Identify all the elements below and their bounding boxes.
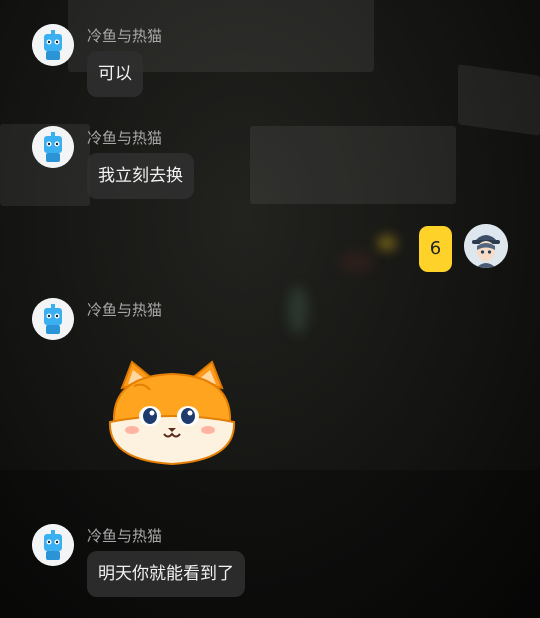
sender-name: 冷鱼与热猫 <box>87 27 163 45</box>
orange-cat-face-sticker[interactable] <box>104 360 240 470</box>
message-bubble[interactable]: 明天你就能看到了 <box>87 551 245 597</box>
message-bubble[interactable]: 我立刻去换 <box>87 153 194 199</box>
message-bubble[interactable]: 可以 <box>87 51 143 97</box>
my-message-bubble[interactable]: 6 <box>419 226 452 272</box>
blue-robot-avatar-icon[interactable] <box>32 298 74 340</box>
sender-name: 冷鱼与热猫 <box>87 129 163 147</box>
chat-messages: 冷鱼与热猫 可以 冷鱼与热猫 我立刻去换 6 冷鱼与热猫 冷鱼与热猫 明天你就能… <box>0 0 540 618</box>
blue-robot-avatar-icon[interactable] <box>32 524 74 566</box>
blue-robot-avatar-icon[interactable] <box>32 126 74 168</box>
blue-robot-avatar-icon[interactable] <box>32 24 74 66</box>
my-message: 6 <box>418 224 508 272</box>
sender-name: 冷鱼与热猫 <box>87 301 163 319</box>
sender-name: 冷鱼与热猫 <box>87 527 163 545</box>
anime-boy-avatar-icon[interactable] <box>464 224 508 268</box>
